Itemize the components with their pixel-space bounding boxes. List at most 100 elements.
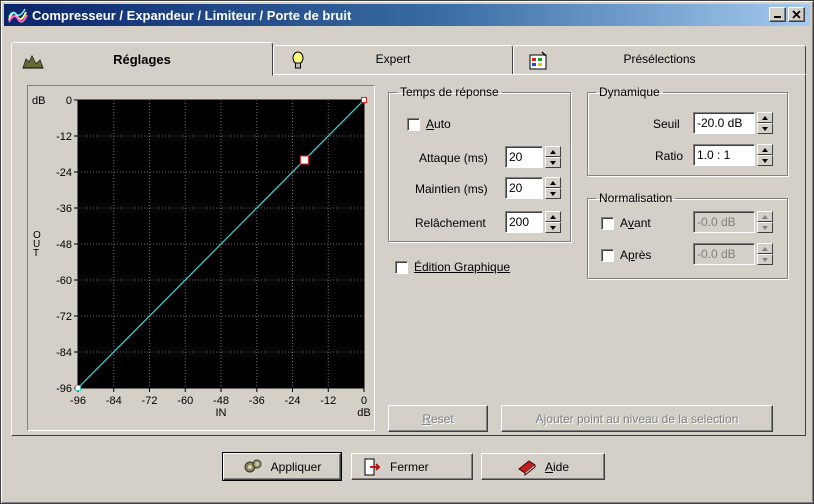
hold-label: Maintien (ms) (415, 182, 488, 196)
ratio-down-button[interactable] (757, 155, 773, 166)
normalize-before-spin-arrows[interactable] (757, 211, 773, 233)
y-axis-unit-label: dB (32, 95, 45, 107)
normalize-before-box[interactable] (601, 216, 614, 230)
normalize-after-spin-arrows[interactable] (757, 243, 773, 265)
apply-button[interactable]: Appliquer (222, 452, 342, 481)
x-tick-label: -84 (106, 395, 122, 407)
normalize-before-stepper[interactable]: -0.0 dB (693, 211, 773, 233)
y-tick-label: -48 (56, 239, 72, 251)
window-title: Compresseur / Expandeur / Limiteur / Por… (32, 7, 352, 23)
transfer-curve-chart[interactable]: -96 -84 -72 -60 -48 -36 -24 -12 0 0 -12 -24 -36 -48 -6… (27, 85, 375, 431)
attack-spin-arrows[interactable] (545, 146, 561, 168)
attack-label: Attaque (ms) (419, 151, 488, 165)
curve-point-handle[interactable] (361, 97, 367, 103)
normalize-after-stepper[interactable]: -0.0 dB (693, 243, 773, 265)
release-spin-arrows[interactable] (545, 211, 561, 233)
threshold-label: Seuil (653, 117, 680, 131)
tab-expert-label: Expert (375, 52, 411, 66)
app-wave-icon (8, 8, 28, 23)
tab-strip: Réglages Expert Présélections (11, 42, 806, 76)
help-label-rest: ide (553, 459, 570, 474)
normalize-before-label-pre: A (620, 216, 629, 230)
ratio-spin-arrows[interactable] (757, 144, 773, 166)
ratio-input[interactable]: 1.0 : 1 (693, 144, 755, 166)
release-input[interactable]: 200 (505, 211, 543, 233)
normalize-before-checkbox[interactable]: Av ant (601, 216, 651, 230)
hold-up-button[interactable] (545, 177, 561, 188)
graphic-edit-checkbox-box[interactable] (395, 260, 408, 274)
auto-checkbox[interactable]: Auto (407, 117, 451, 131)
close-icon (791, 10, 801, 19)
add-point-button[interactable]: Ajouter point au niveau de la selection (501, 405, 773, 432)
tab-settings[interactable]: Réglages (11, 42, 273, 76)
hold-down-button[interactable] (545, 188, 561, 199)
release-up-button[interactable] (545, 211, 561, 222)
auto-checkbox-box[interactable] (407, 117, 420, 131)
normalize-before-input[interactable]: -0.0 dB (693, 211, 755, 233)
normalize-after-label-post: rès (634, 248, 652, 262)
y-tick-label: -84 (56, 347, 72, 359)
attack-input[interactable]: 20 (505, 146, 543, 168)
x-tick-label: -48 (213, 395, 229, 407)
threshold-input[interactable]: -20.0 dB (693, 112, 755, 134)
hold-spin-arrows[interactable] (545, 177, 561, 199)
normalization-legend: Normalisation (599, 191, 673, 205)
attack-up-button[interactable] (545, 146, 561, 157)
plugin-window: Compresseur / Expandeur / Limiteur / Por… (0, 0, 814, 504)
attack-stepper[interactable]: 20 (505, 146, 561, 168)
y-tick-label: 0 (66, 95, 72, 107)
tab-expert[interactable]: Expert (273, 45, 513, 75)
graphic-edit-label: Édition Graphique (414, 260, 511, 274)
y-tick-label: -12 (56, 131, 72, 143)
normalize-after-checkbox[interactable]: Ap rès (601, 248, 651, 262)
release-stepper[interactable]: 200 (505, 211, 561, 233)
graphic-edit-checkbox[interactable]: Édition Graphique (395, 260, 510, 274)
release-down-button[interactable] (545, 222, 561, 233)
x-tick-label: 0 (361, 395, 367, 407)
threshold-stepper[interactable]: -20.0 dB (693, 112, 773, 134)
reset-label-u: R (422, 411, 431, 426)
help-label-u: A (544, 459, 553, 474)
x-tick-label: -24 (285, 395, 301, 407)
x-tick-label: -72 (142, 395, 158, 407)
y-tick-label: -96 (56, 383, 72, 395)
close-window-button[interactable] (788, 7, 805, 22)
normalize-after-up-button[interactable] (757, 243, 773, 254)
threshold-down-button[interactable] (757, 123, 773, 134)
normalize-after-down-button[interactable] (757, 254, 773, 265)
hold-input[interactable]: 20 (505, 177, 543, 199)
normalize-after-box[interactable] (601, 248, 614, 262)
threshold-spin-arrows[interactable] (757, 112, 773, 134)
ratio-up-button[interactable] (757, 144, 773, 155)
y-tick-label: -24 (56, 167, 72, 179)
help-button[interactable]: Aide (481, 453, 605, 480)
hold-stepper[interactable]: 20 (505, 177, 561, 199)
x-tick-label: -60 (177, 395, 193, 407)
reset-button[interactable]: Reset (388, 405, 488, 432)
minimize-button[interactable] (769, 7, 786, 22)
normalization-group: Normalisation (587, 191, 788, 279)
dynamics-legend: Dynamique (599, 85, 660, 99)
normalize-before-up-button[interactable] (757, 211, 773, 222)
gears-icon (244, 459, 262, 472)
y-tick-label: -72 (56, 311, 72, 323)
transfer-curve-svg[interactable]: -96 -84 -72 -60 -48 -36 -24 -12 0 0 -12 -24 -36 -48 -6… (28, 86, 374, 430)
response-time-legend: Temps de réponse (400, 85, 499, 99)
exit-door-icon (364, 458, 381, 475)
tab-presets[interactable]: Présélections (513, 45, 806, 75)
tab-settings-label: Réglages (113, 52, 171, 67)
x-axis-label: IN (216, 407, 227, 419)
ratio-label: Ratio (655, 149, 684, 163)
close-button[interactable]: Fermer (351, 453, 473, 480)
title-bar[interactable]: Compresseur / Expandeur / Limiteur / Por… (4, 4, 810, 26)
normalize-after-input[interactable]: -0.0 dB (693, 243, 755, 265)
curve-point-handle[interactable] (75, 385, 81, 391)
x-tick-label: -12 (320, 395, 336, 407)
threshold-up-button[interactable] (757, 112, 773, 123)
curve-point-handle[interactable] (299, 155, 309, 165)
normalize-before-down-button[interactable] (757, 222, 773, 233)
reset-label-rest: eset (430, 411, 454, 426)
ratio-stepper[interactable]: 1.0 : 1 (693, 144, 773, 166)
x-tick-label: -36 (249, 395, 265, 407)
attack-down-button[interactable] (545, 157, 561, 168)
